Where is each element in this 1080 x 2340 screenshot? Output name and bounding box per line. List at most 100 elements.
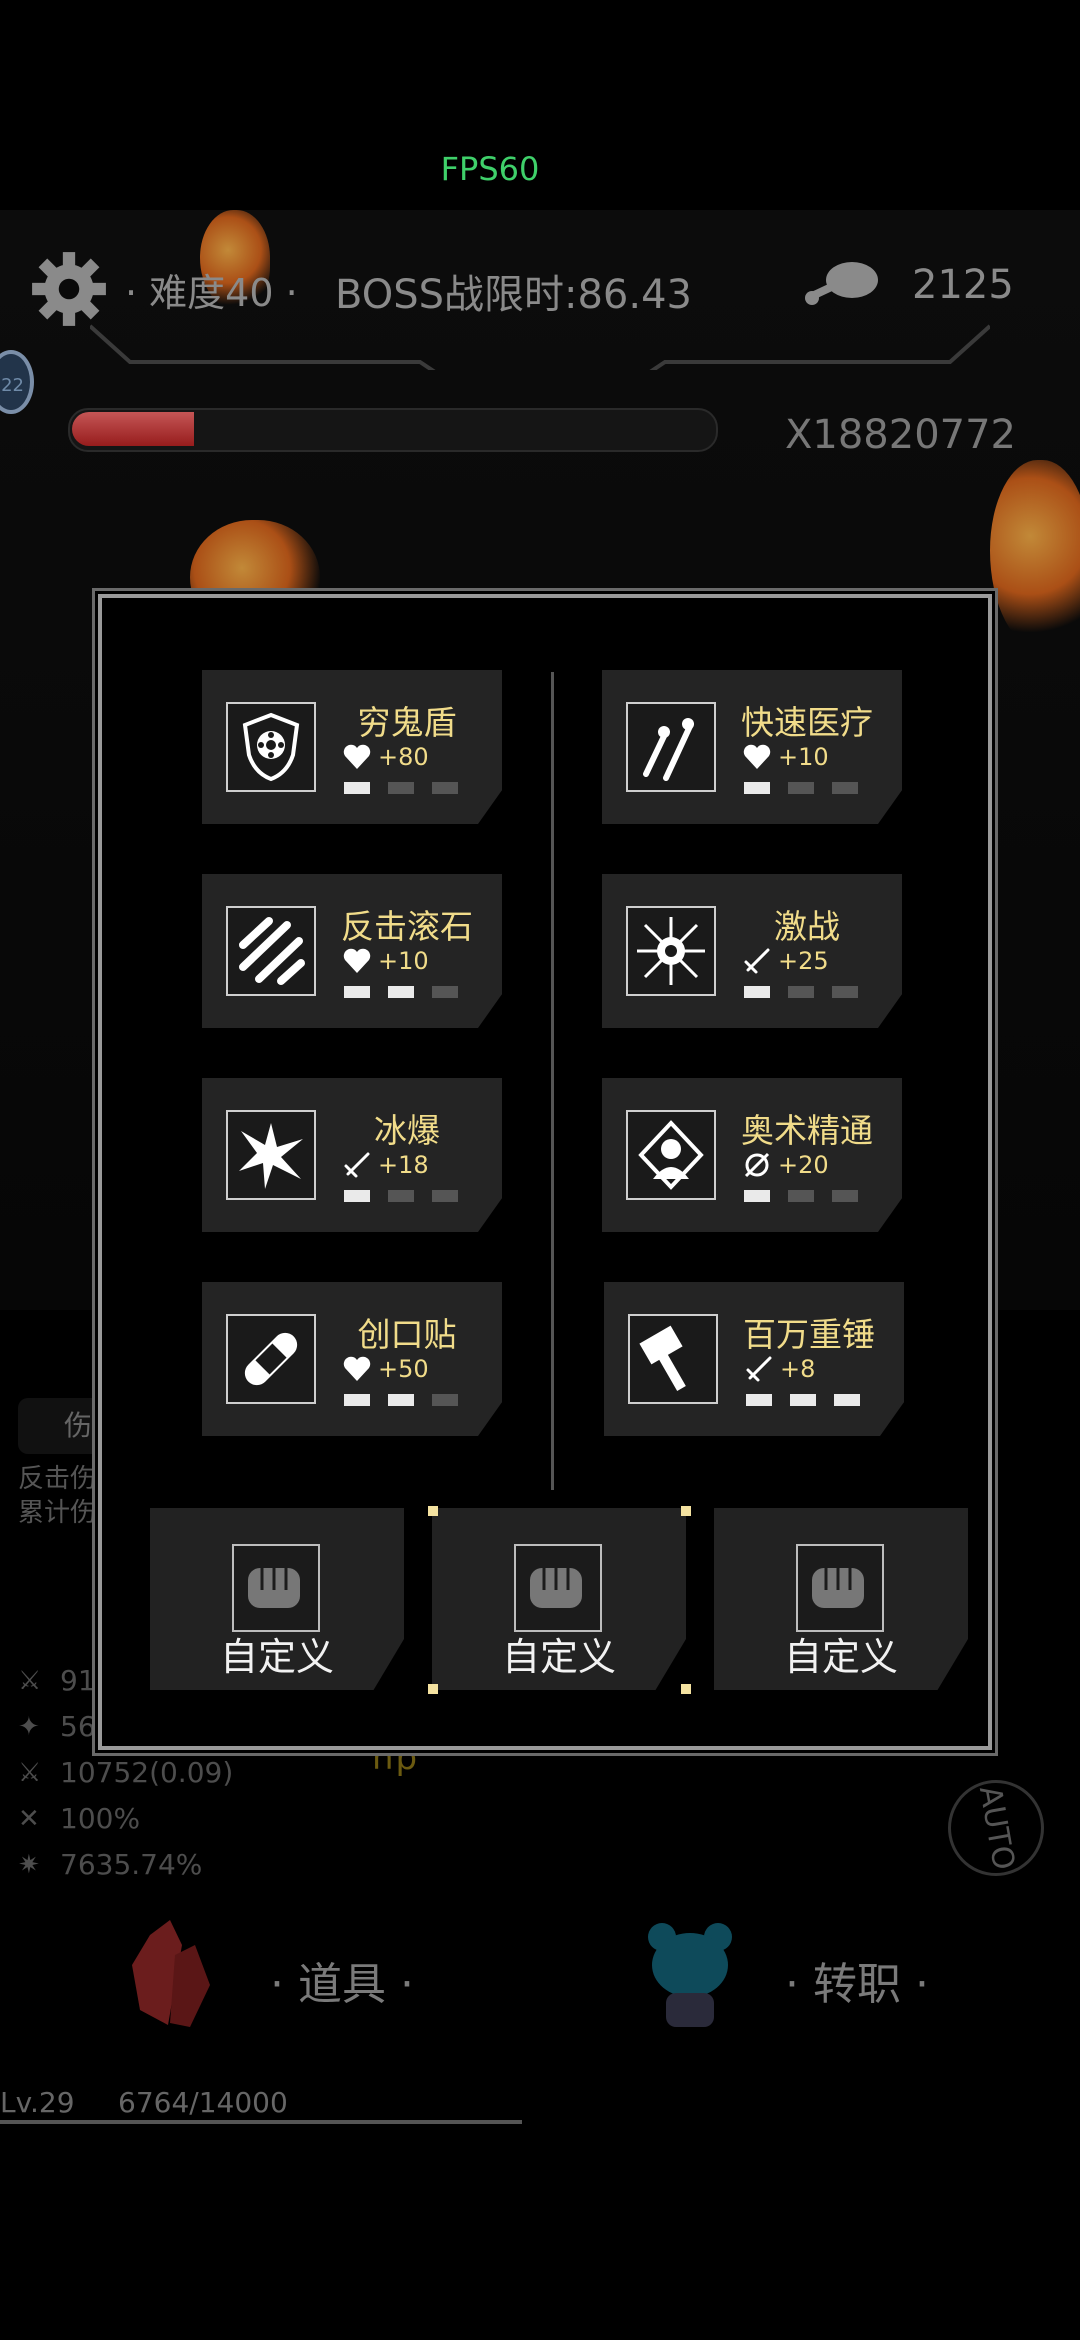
meat-icon	[805, 262, 878, 305]
skill-level-pips	[746, 1394, 860, 1406]
hud-frame-line	[90, 324, 990, 370]
skill-card[interactable]: 百万重锤 +8	[604, 1282, 904, 1436]
buff-value: +10	[378, 947, 429, 975]
custom-slot-1[interactable]: 自定义	[150, 1508, 404, 1690]
skill-name: 冰爆	[374, 1111, 440, 1150]
skill-level-pips	[344, 782, 458, 794]
stat-row: ✷ 7635.74%	[18, 1848, 202, 1881]
skill-buff: +20	[742, 1150, 829, 1180]
buff-value: +8	[780, 1355, 816, 1383]
slot-label: 自定义	[501, 1635, 616, 1679]
fist-icon	[232, 1544, 320, 1632]
heart-icon	[343, 744, 371, 769]
skill-level-pips	[344, 1394, 458, 1406]
arcane-master-icon	[626, 1110, 716, 1200]
difficulty-label: · 难度40 ·	[125, 271, 298, 315]
skill-buff: +80	[342, 742, 429, 772]
skill-card[interactable]: 反击滚石 +10	[202, 874, 502, 1028]
skill-level-pips	[744, 782, 858, 794]
skill-buff: +8	[744, 1354, 815, 1384]
buff-value: +25	[778, 947, 829, 975]
skill-name: 创口贴	[357, 1315, 457, 1354]
fps-counter: FPS60	[440, 150, 540, 188]
heart-icon	[343, 1356, 371, 1381]
ice-burst-icon	[226, 1110, 316, 1200]
burst-icon	[626, 906, 716, 996]
buff-value: +80	[378, 743, 429, 771]
heart-icon	[343, 948, 371, 973]
skill-buff: +10	[342, 946, 429, 976]
job-change-button[interactable]: · 转职 ·	[785, 1948, 929, 2012]
selection-handle	[428, 1506, 438, 1516]
sword-icon	[744, 948, 770, 974]
column-divider	[551, 672, 554, 1490]
bear-mascot-icon[interactable]	[640, 1915, 740, 2035]
skill-name: 激战	[774, 907, 840, 946]
buff-value: +20	[778, 1151, 829, 1179]
stat-row: ⚔ 91	[18, 1664, 96, 1697]
skill-card[interactable]: 奥术精通 +20	[602, 1078, 902, 1232]
fist-icon	[796, 1544, 884, 1632]
sword-icon: ⚔	[18, 1665, 42, 1696]
stat-row: ✕ 100%	[18, 1802, 140, 1835]
skill-card[interactable]: 穷鬼盾 +80	[202, 670, 502, 824]
skill-name: 快速医疗	[741, 703, 873, 742]
sword-icon	[344, 1152, 370, 1178]
stat-value: 10752(0.09)	[60, 1756, 234, 1789]
stat-value: 56	[60, 1710, 96, 1743]
counter-damage-label: 反击伤	[18, 1464, 97, 1494]
stat-value: 91	[60, 1664, 96, 1697]
stat-value: 100%	[60, 1802, 141, 1835]
experience-text: 6764/14000	[118, 2086, 288, 2119]
shield-icon	[226, 702, 316, 792]
spark-icon: ✷	[18, 1849, 40, 1880]
buff-value: +50	[378, 1355, 429, 1383]
meteor-icon	[226, 906, 316, 996]
skill-buff: +25	[742, 946, 829, 976]
skill-card[interactable]: 激战 +25	[602, 874, 902, 1028]
skill-level-pips	[344, 986, 458, 998]
skill-card[interactable]: 冰爆 +18	[202, 1078, 502, 1232]
skill-level-pips	[344, 1190, 458, 1202]
damage-multiplier: X18820772	[785, 412, 1016, 458]
buff-value: +18	[378, 1151, 429, 1179]
skill-name: 奥术精通	[741, 1111, 873, 1150]
crystal-icon[interactable]	[120, 1915, 220, 2035]
skill-buff: +18	[342, 1150, 429, 1180]
cross-swords-icon: ✕	[18, 1803, 40, 1834]
boss-hp-fill	[72, 412, 194, 446]
syringe-icon	[626, 702, 716, 792]
items-button[interactable]: · 道具 ·	[270, 1948, 414, 2012]
hammer-icon	[628, 1314, 718, 1404]
skill-level-pips	[744, 986, 858, 998]
skill-level-pips	[744, 1190, 858, 1202]
skill-name: 穷鬼盾	[357, 703, 457, 742]
arcane-icon	[744, 1152, 770, 1178]
sword-speed-icon: ⚔	[18, 1757, 42, 1788]
auto-button[interactable]: AUTO	[940, 1772, 1052, 1884]
meat-counter: 2125	[912, 262, 1014, 308]
stat-value: 7635.74%	[60, 1848, 203, 1881]
skill-card[interactable]: 创口贴 +50	[202, 1282, 502, 1436]
gear-icon[interactable]	[28, 248, 110, 330]
slot-label: 自定义	[783, 1635, 898, 1679]
crit-icon: ✦	[18, 1711, 40, 1742]
player-level: Lv.29	[0, 2086, 75, 2119]
bandage-icon	[226, 1314, 316, 1404]
selection-handle	[428, 1684, 438, 1694]
custom-slot-3[interactable]: 自定义	[714, 1508, 968, 1690]
boss-timer: BOSS战限时:86.43	[335, 272, 692, 318]
skill-name: 百万重锤	[743, 1315, 875, 1354]
skill-buff: +10	[742, 742, 829, 772]
custom-slot-2[interactable]: 自定义	[432, 1508, 686, 1690]
sword-icon	[746, 1356, 772, 1382]
fist-icon	[514, 1544, 602, 1632]
slot-label: 自定义	[219, 1635, 334, 1679]
buff-value: +10	[778, 743, 829, 771]
total-damage-label: 累计伤	[18, 1498, 97, 1528]
selection-handle	[681, 1506, 691, 1516]
selection-handle	[681, 1684, 691, 1694]
skill-name: 反击滚石	[341, 907, 473, 946]
heart-icon	[743, 744, 771, 769]
skill-card[interactable]: 快速医疗 +10	[602, 670, 902, 824]
